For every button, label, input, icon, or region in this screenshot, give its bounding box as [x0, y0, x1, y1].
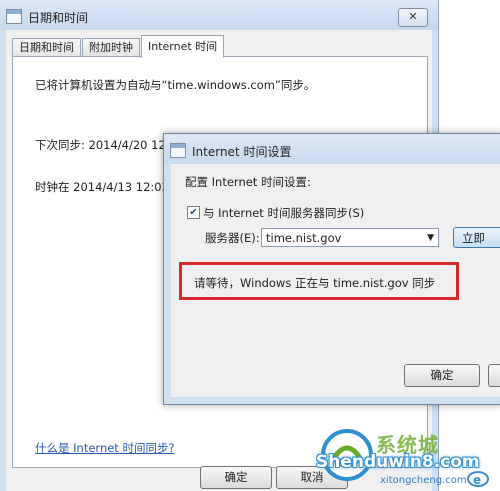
- close-button[interactable]: ✕: [398, 8, 428, 27]
- configure-label: 配置 Internet 时间设置:: [185, 175, 311, 189]
- browser-logo-icon: e: [467, 471, 489, 487]
- tab-internet-time[interactable]: Internet 时间: [141, 35, 225, 58]
- server-select-value: time.nist.gov: [266, 231, 342, 245]
- sync-progress-message: 请等待，Windows 正在与 time.nist.gov 同步: [194, 276, 436, 290]
- date-time-titlebar[interactable]: 日期和时间 ✕: [0, 0, 438, 30]
- help-link[interactable]: 什么是 Internet 时间同步?: [35, 440, 175, 456]
- dialog-cancel-button[interactable]: [488, 364, 500, 387]
- tab-additional-clocks[interactable]: 附加时钟: [82, 38, 140, 57]
- dialog-client: 配置 Internet 时间设置: ✔ 与 Internet 时间服务器同步(S…: [171, 164, 500, 397]
- status-highlight-box: 请等待，Windows 正在与 time.nist.gov 同步: [179, 262, 459, 300]
- svg-text:e: e: [473, 473, 481, 487]
- dialog-titlebar[interactable]: Internet 时间设置: [164, 134, 500, 164]
- calendar-icon: [170, 143, 186, 158]
- dialog-ok-button[interactable]: 确定: [404, 364, 480, 387]
- ok-button[interactable]: 确定: [200, 466, 272, 489]
- calendar-icon: [6, 9, 22, 24]
- date-time-window-title: 日期和时间: [28, 11, 89, 25]
- site-watermark: 系统城 Shenduwin8.com xitongcheng.com e: [316, 420, 500, 491]
- tab-date-and-time[interactable]: 日期和时间: [12, 38, 81, 57]
- internet-time-settings-dialog: Internet 时间设置 配置 Internet 时间设置: ✔ 与 Inte…: [163, 133, 500, 405]
- next-sync-text: 下次同步: 2014/4/20 12:0: [35, 138, 177, 152]
- update-now-button[interactable]: 立即: [453, 227, 500, 248]
- server-label: 服务器(E):: [205, 231, 260, 245]
- sync-checkbox[interactable]: ✔: [187, 206, 200, 219]
- watermark-line-3: xitongcheng.com: [380, 475, 467, 486]
- chevron-down-icon[interactable]: ▼: [427, 229, 434, 248]
- clock-status-text: 时钟在 2014/4/13 12:02 ±: [35, 180, 183, 194]
- dialog-title: Internet 时间设置: [192, 145, 292, 159]
- server-select[interactable]: time.nist.gov ▼: [261, 228, 439, 247]
- watermark-line-2: Shenduwin8.com: [316, 452, 480, 472]
- sync-status-text: 已将计算机设置为自动与“time.windows.com”同步。: [35, 78, 316, 92]
- sync-checkbox-label[interactable]: 与 Internet 时间服务器同步(S): [203, 205, 364, 221]
